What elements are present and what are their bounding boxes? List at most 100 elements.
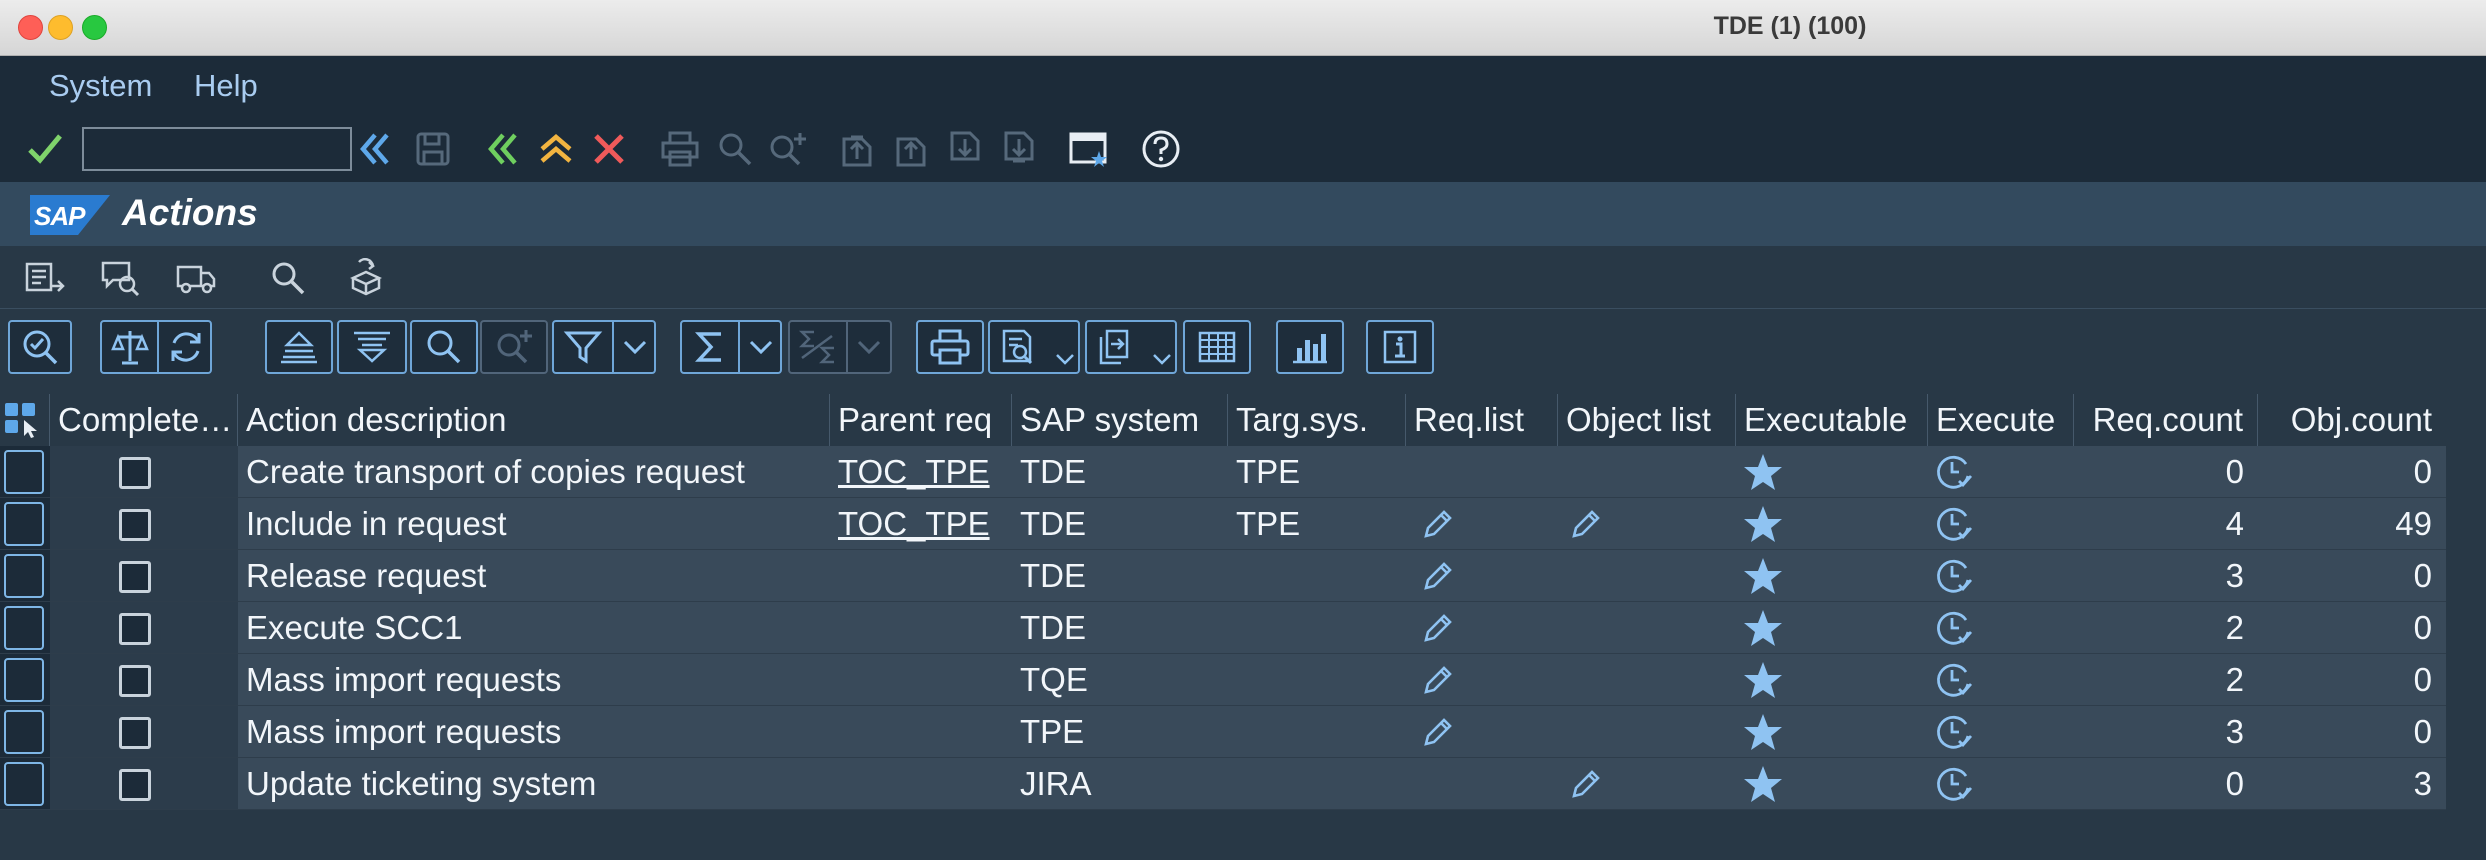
table-row[interactable]: Create transport of copies request TOC_TP… [0, 446, 2446, 498]
select-all-button[interactable] [0, 394, 50, 446]
close-window-button[interactable] [18, 15, 43, 40]
total-button[interactable] [680, 320, 782, 374]
edit-pencil-icon[interactable] [1420, 498, 1456, 549]
help-icon[interactable] [1138, 126, 1184, 172]
complete-checkbox[interactable] [119, 561, 151, 593]
row-selector[interactable] [0, 498, 50, 550]
row-selector[interactable] [0, 602, 50, 654]
display-messages-icon[interactable] [98, 256, 142, 300]
clock-check-icon[interactable] [1934, 446, 1974, 497]
enter-checkmark-icon[interactable] [22, 126, 68, 172]
transport-request-icon[interactable] [22, 256, 66, 300]
table-row[interactable]: Include in request TOC_TPE TDE TPE 4 49 [0, 498, 2446, 550]
zoom-window-button[interactable] [82, 15, 107, 40]
subtotal-button[interactable] [788, 320, 892, 374]
parent-req-link[interactable] [830, 654, 1012, 706]
row-selector[interactable] [0, 758, 50, 810]
table-row[interactable]: Mass import requests TPE 3 0 [0, 706, 2446, 758]
edit-pencil-icon[interactable] [1420, 550, 1456, 601]
parent-req-link[interactable]: TOC_TPE [830, 446, 1012, 498]
minimize-window-button[interactable] [48, 15, 73, 40]
first-page-icon[interactable] [834, 126, 880, 172]
parent-req-link[interactable]: TOC_TPE [830, 498, 1012, 550]
col-header-action-description[interactable]: Action description [238, 394, 830, 446]
clock-check-icon[interactable] [1934, 550, 1974, 601]
create-session-icon[interactable] [1066, 126, 1112, 172]
complete-checkbox[interactable] [119, 457, 151, 489]
package-refresh-icon[interactable] [344, 256, 388, 300]
sort-descending-button[interactable] [337, 320, 407, 374]
parent-req-link[interactable] [830, 602, 1012, 654]
edit-pencil-icon[interactable] [1420, 706, 1456, 757]
row-selector[interactable] [0, 654, 50, 706]
table-row[interactable]: Mass import requests TQE 2 0 [0, 654, 2446, 706]
find-button[interactable] [410, 320, 478, 374]
clock-check-icon[interactable] [1934, 498, 1974, 549]
find-next-button[interactable] [480, 320, 548, 374]
find-next-icon[interactable] [765, 126, 811, 172]
truck-icon[interactable] [174, 256, 218, 300]
views-button[interactable] [988, 320, 1080, 374]
clock-check-icon[interactable] [1934, 758, 1974, 809]
complete-checkbox[interactable] [119, 717, 151, 749]
info-button[interactable] [1366, 320, 1434, 374]
graphic-button[interactable] [1276, 320, 1344, 374]
execute-cell [1928, 654, 2074, 706]
row-selector[interactable] [0, 550, 50, 602]
exit-icon[interactable] [533, 126, 579, 172]
refresh-icon [171, 332, 200, 362]
col-header-req-list[interactable]: Req.list [1406, 394, 1558, 446]
complete-checkbox[interactable] [119, 613, 151, 645]
menu-help[interactable]: Help [194, 68, 258, 104]
row-selector[interactable] [0, 446, 50, 498]
refresh-button[interactable] [159, 322, 212, 372]
star-icon [1742, 706, 1784, 757]
parent-req-link[interactable] [830, 550, 1012, 602]
export-icon [1099, 329, 1129, 365]
complete-checkbox[interactable] [119, 509, 151, 541]
col-header-sap-system[interactable]: SAP system [1012, 394, 1228, 446]
edit-pencil-icon[interactable] [1420, 654, 1456, 705]
command-field-history-icon[interactable] [352, 126, 398, 172]
parent-req-link[interactable] [830, 706, 1012, 758]
save-icon[interactable] [410, 126, 456, 172]
complete-checkbox[interactable] [119, 769, 151, 801]
print-preview-button[interactable] [916, 320, 984, 374]
clock-check-icon[interactable] [1934, 706, 1974, 757]
back-icon[interactable] [480, 126, 526, 172]
edit-pencil-icon[interactable] [1420, 602, 1456, 653]
details-button[interactable] [8, 320, 72, 374]
col-header-obj-count[interactable]: Obj.count [2258, 394, 2446, 446]
edit-pencil-icon[interactable] [1568, 758, 1604, 809]
clock-check-icon[interactable] [1934, 602, 1974, 653]
col-header-parent-req[interactable]: Parent req [830, 394, 1012, 446]
layout-button[interactable] [1183, 320, 1251, 374]
col-header-complete[interactable]: Complete… [50, 394, 238, 446]
table-row[interactable]: Execute SCC1 TDE 2 0 [0, 602, 2446, 654]
table-row[interactable]: Update ticketing system JIRA 0 3 [0, 758, 2446, 810]
export-button[interactable] [1085, 320, 1177, 374]
command-field[interactable] [82, 127, 352, 171]
clock-check-icon[interactable] [1934, 654, 1974, 705]
search-icon[interactable] [266, 256, 310, 300]
sort-ascending-button[interactable] [265, 320, 333, 374]
next-page-icon[interactable] [942, 126, 988, 172]
col-header-execute[interactable]: Execute [1928, 394, 2074, 446]
previous-page-icon[interactable] [888, 126, 934, 172]
find-icon[interactable] [712, 126, 758, 172]
col-header-req-count[interactable]: Req.count [2074, 394, 2258, 446]
last-page-icon[interactable] [996, 126, 1042, 172]
row-selector[interactable] [0, 706, 50, 758]
edit-pencil-icon[interactable] [1568, 498, 1604, 549]
parent-req-link[interactable] [830, 758, 1012, 810]
complete-checkbox[interactable] [119, 665, 151, 697]
col-header-targ-sys[interactable]: Targ.sys. [1228, 394, 1406, 446]
filter-button[interactable] [552, 320, 656, 374]
col-header-object-list[interactable]: Object list [1558, 394, 1736, 446]
col-header-executable[interactable]: Executable [1736, 394, 1928, 446]
menu-system[interactable]: System [49, 68, 152, 104]
print-icon[interactable] [657, 126, 703, 172]
balance-button[interactable] [102, 322, 158, 372]
table-row[interactable]: Release request TDE 3 0 [0, 550, 2446, 602]
cancel-icon[interactable] [586, 126, 632, 172]
